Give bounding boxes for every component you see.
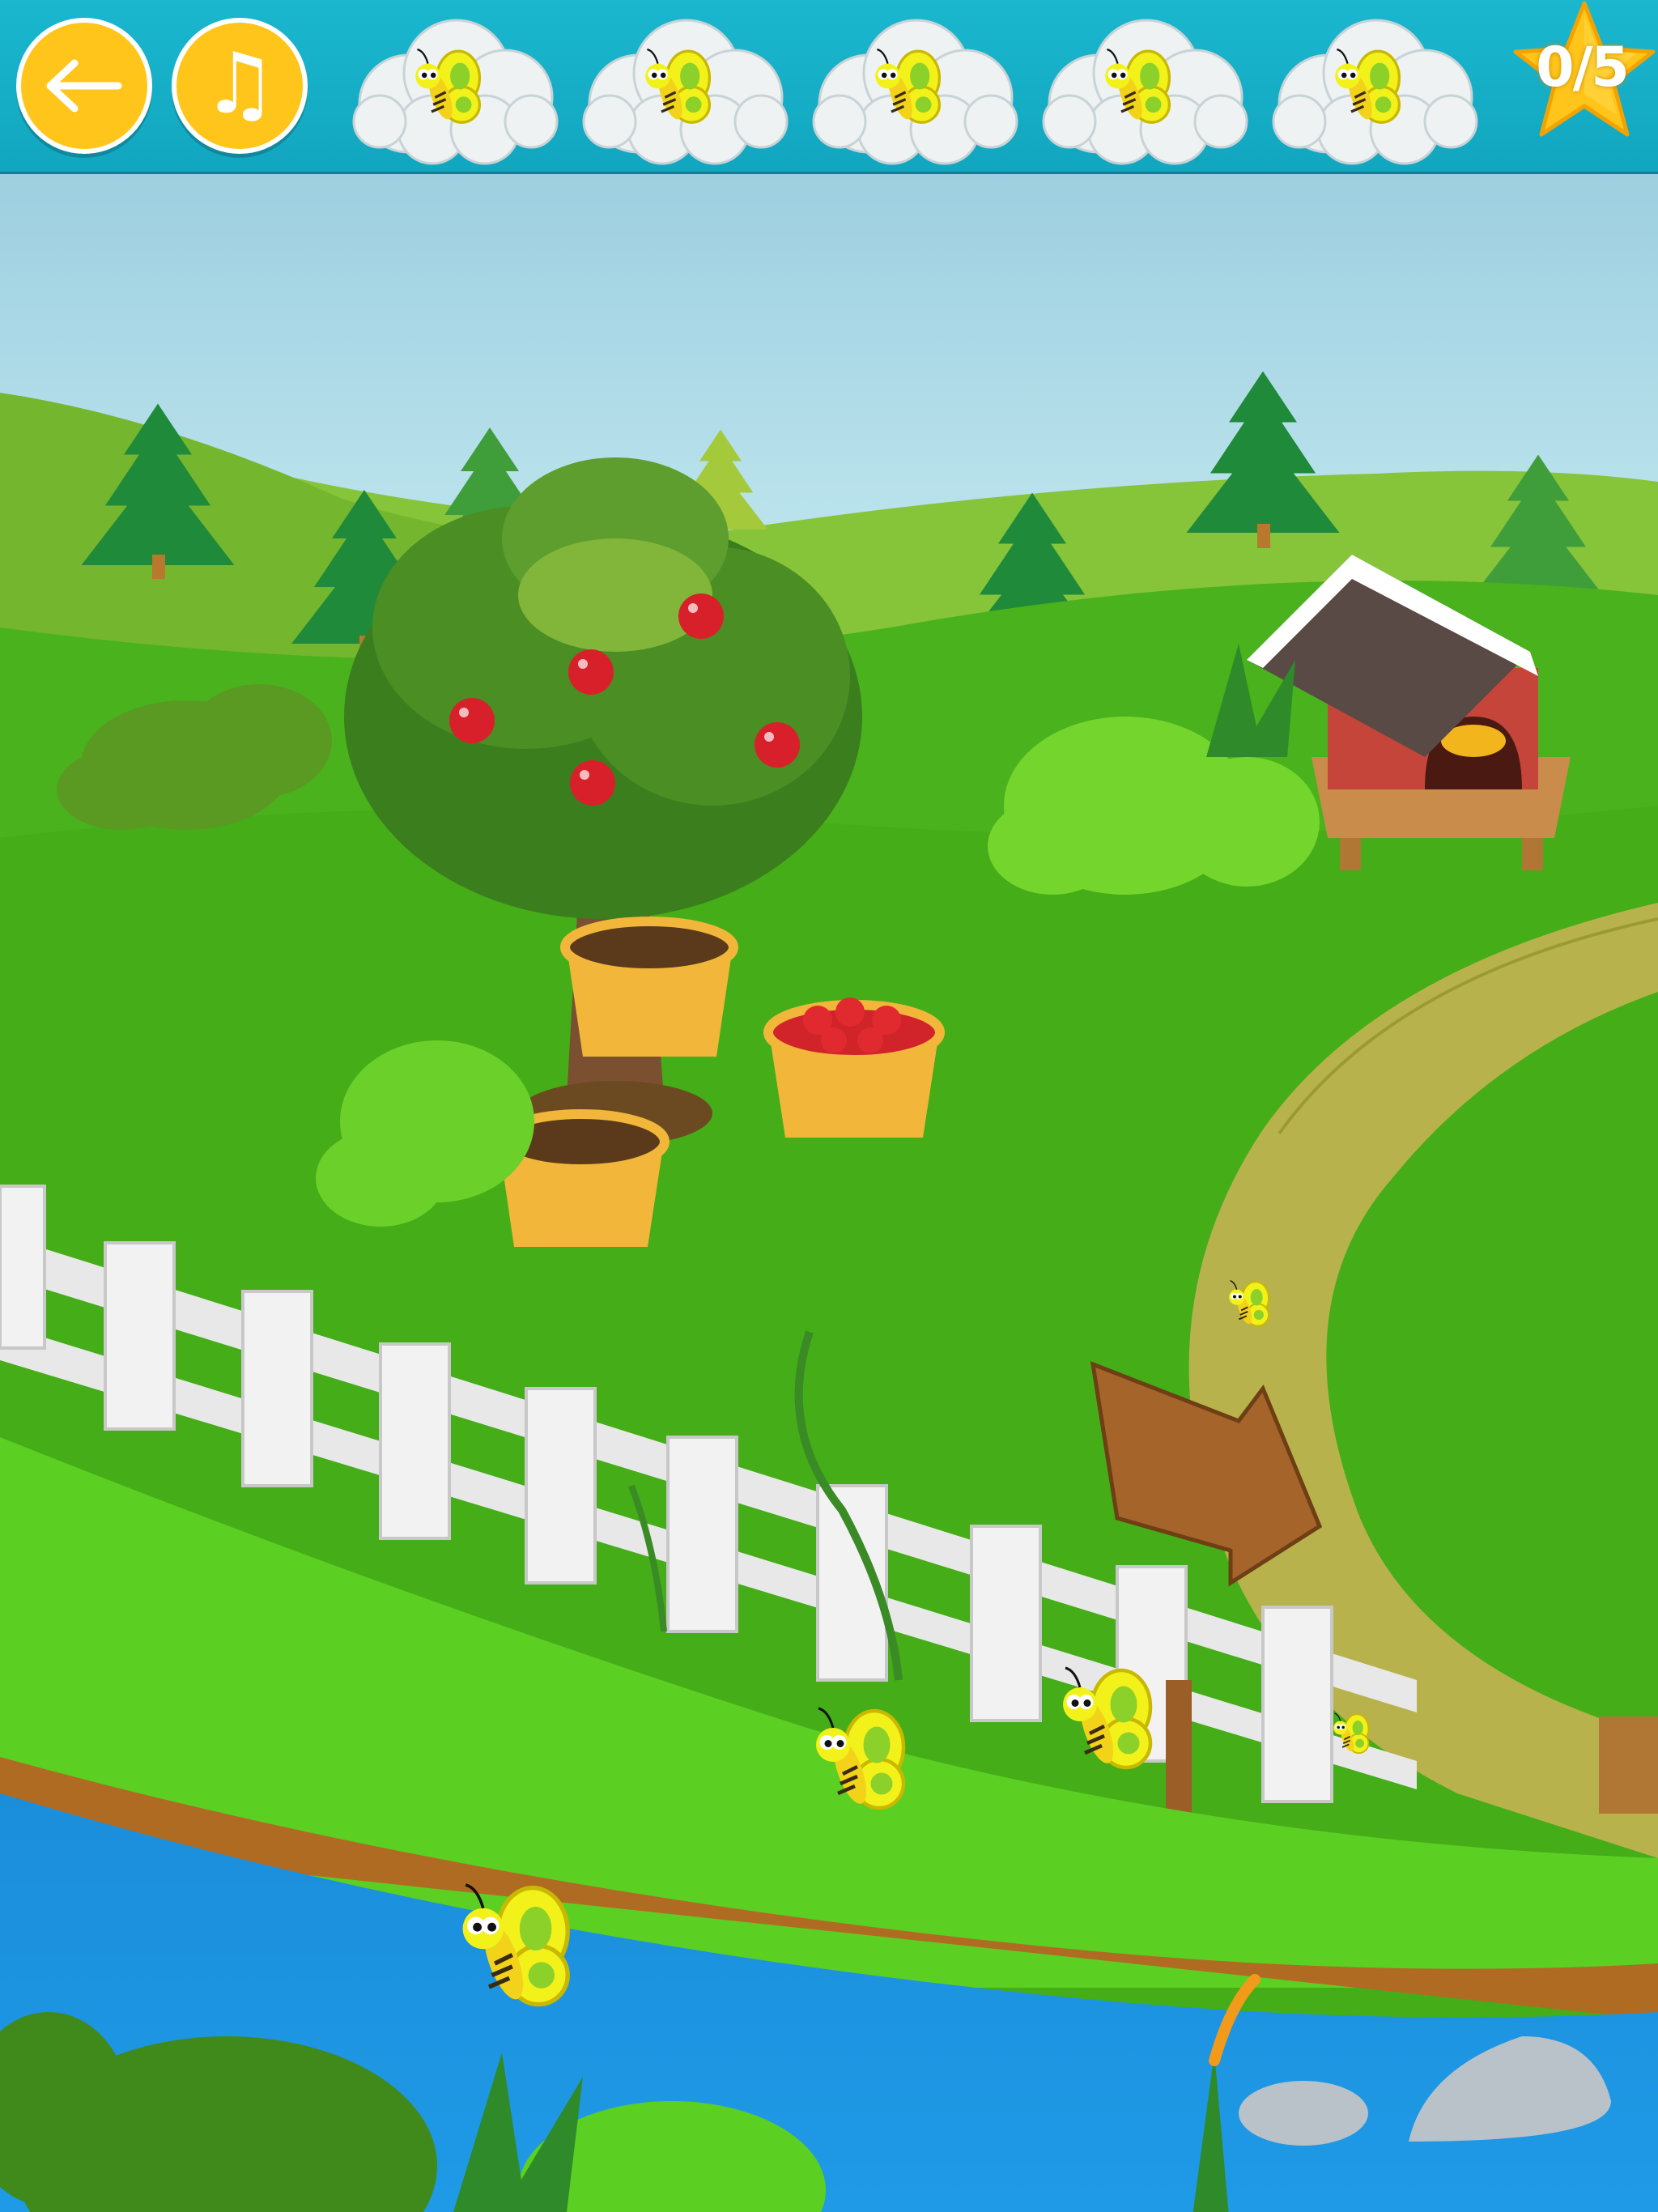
butterfly-icon	[462, 1883, 570, 2007]
butterfly-icon	[1229, 1280, 1270, 1327]
cloud-icon	[1042, 19, 1248, 165]
hidden-butterfly-2[interactable]	[1048, 1656, 1170, 1777]
butterfly-slot-5	[1263, 8, 1483, 167]
butterfly-slot-4	[1033, 8, 1253, 167]
cloud-icon	[582, 19, 789, 165]
butterfly-icon	[816, 1707, 906, 1810]
cloud-icon	[812, 19, 1018, 165]
hidden-butterfly-1[interactable]	[1222, 1275, 1278, 1330]
butterfly-icon	[1063, 1666, 1153, 1770]
hidden-butterfly-5[interactable]	[1328, 1708, 1376, 1757]
butterfly-slot-2	[573, 8, 793, 167]
butterfly-icon	[1333, 1712, 1370, 1755]
game-scene	[0, 174, 1658, 2212]
arrow-left-icon	[46, 59, 122, 113]
butterfly-slot-1	[343, 8, 563, 167]
hidden-butterfly-3[interactable]	[801, 1696, 923, 1818]
hidden-butterfly-4[interactable]	[445, 1870, 591, 2016]
cloud-icon	[1272, 19, 1478, 165]
butterfly-slot-3	[803, 8, 1023, 167]
music-note-icon: ♫	[202, 34, 278, 133]
score-counter: 0/5	[1536, 36, 1629, 100]
back-button[interactable]	[16, 18, 152, 154]
scene-background	[0, 174, 1658, 2212]
cloud-icon	[352, 19, 559, 165]
score-star: 0/5	[1511, 0, 1658, 143]
music-toggle-button[interactable]: ♫	[172, 18, 308, 154]
top-bar: ♫ 0/5	[0, 0, 1658, 174]
